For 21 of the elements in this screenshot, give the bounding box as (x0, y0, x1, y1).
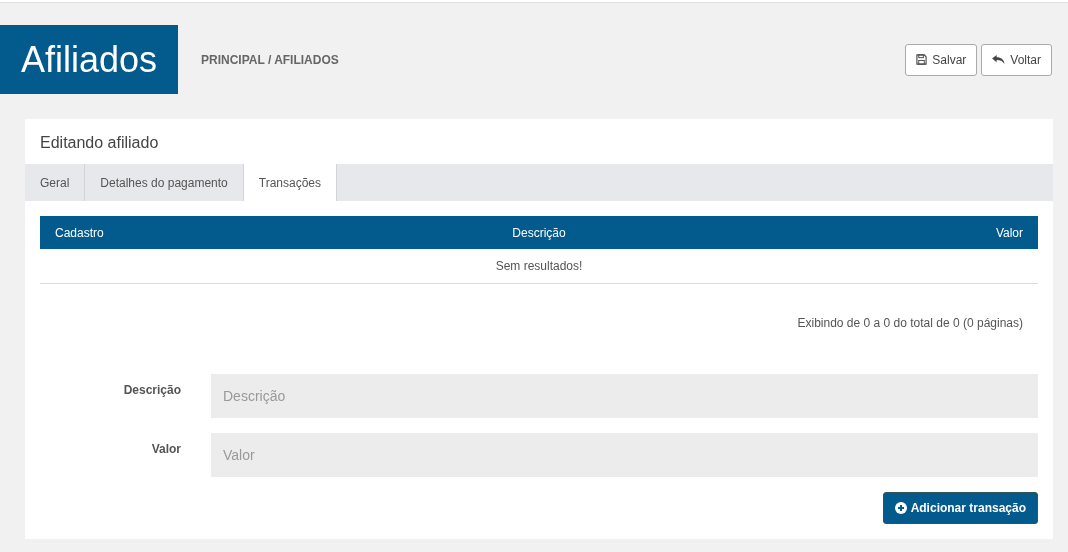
back-button[interactable]: Voltar (981, 43, 1052, 76)
field-label: Valor (150, 441, 181, 459)
tab[interactable]: Transações (243, 164, 338, 202)
tab[interactable]: Geral (25, 164, 86, 202)
plus-circle-icon (894, 502, 907, 515)
reply-arrow-icon (992, 54, 1006, 65)
empty-message: Sem resultados! (40, 249, 1038, 285)
column-header: Valor (994, 224, 1023, 242)
column-header: Cadastro (55, 224, 105, 242)
column-header: Descrição (511, 224, 567, 242)
add-transaction-button[interactable]: Adicionar transação (882, 492, 1038, 525)
input-field[interactable]: Descrição (211, 374, 1038, 419)
card-title: Editando afiliado (39, 133, 160, 153)
breadcrumb: PRINCIPAL / AFILIADOS (201, 51, 339, 69)
save-icon (916, 54, 928, 65)
field-label: Descrição (122, 382, 181, 400)
page-title: Afiliados (0, 25, 178, 94)
save-button[interactable]: Salvar (905, 43, 978, 76)
tab[interactable]: Detalhes do pagamento (85, 164, 244, 202)
input-field[interactable]: Valor (211, 433, 1038, 478)
pagination-info: Exibindo de 0 a 0 do total de 0 (0 páginas) (797, 316, 1023, 331)
